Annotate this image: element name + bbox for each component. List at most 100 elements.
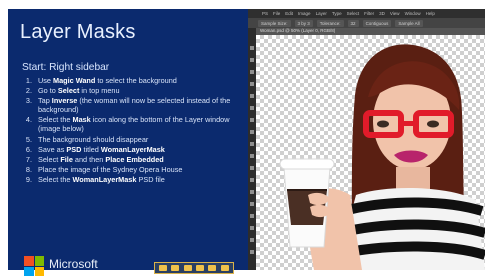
step-text-part: Select [38, 154, 61, 164]
woman-photo-icon [279, 44, 485, 270]
step-text-part: in top menu [79, 86, 120, 96]
step-text-part: and then [72, 154, 106, 164]
tool-icon[interactable] [250, 70, 254, 74]
step-item: 6. Save as PSD titled WomanLayerMask [22, 145, 244, 154]
step-text-part: Save as [38, 144, 67, 154]
tool-icon[interactable] [250, 82, 254, 86]
menu-item[interactable]: Image [298, 11, 311, 16]
tool-icon[interactable] [250, 214, 254, 218]
option-chip[interactable]: Tolerance: [316, 19, 344, 27]
brand-name: Microsoft [49, 257, 98, 271]
menu-item[interactable]: Window [405, 11, 421, 16]
menu-item[interactable]: 3D [379, 11, 385, 16]
step-text-part: Select the [38, 174, 73, 184]
tool-icon[interactable] [250, 118, 254, 122]
menu-item[interactable]: Layer [316, 11, 327, 16]
steps-list: 1. Use Magic Wand to select the backgrou… [22, 76, 244, 185]
tool-icon[interactable] [250, 178, 254, 182]
step-text: Select the WomanLayerMask PSD file [38, 175, 165, 184]
media-control-icon[interactable] [171, 265, 180, 271]
photoshop-window: PS File Edit Image Layer Type Select Fil… [248, 9, 485, 270]
instruction-panel: Layer Masks Start: Right sidebar 1. Use … [8, 9, 248, 276]
menu-item[interactable]: File [273, 11, 280, 16]
microsoft-logo-icon [24, 256, 44, 276]
step-item: 3. Tap Inverse (the woman will now be se… [22, 96, 244, 114]
step-text-part: to select the background [95, 76, 177, 85]
step-text: Save as PSD titled WomanLayerMask [38, 145, 165, 154]
tool-icon[interactable] [250, 238, 254, 242]
menu-item[interactable]: Edit [285, 11, 293, 16]
menu-item[interactable]: Select [347, 11, 360, 16]
step-number: 1. [25, 76, 32, 85]
step-text-part: titled [81, 144, 101, 154]
media-control-icon[interactable] [208, 265, 217, 271]
slide-frame: Layer Masks Start: Right sidebar 1. Use … [0, 0, 485, 276]
logo-square [24, 256, 34, 266]
slide-title: Layer Masks [20, 21, 136, 43]
step-item: 8. Place the image of the Sydney Opera H… [22, 165, 244, 174]
step-keyword: Inverse [51, 96, 78, 106]
step-text: Select the Mask icon along the bottom of… [38, 115, 244, 133]
step-text-part: Tap [38, 96, 52, 106]
step-text: Place the image of the Sydney Opera Hous… [38, 165, 182, 174]
menu-item[interactable]: PS [262, 11, 268, 16]
step-keyword: Mask [72, 115, 91, 125]
step-text-part: Select the [38, 115, 73, 125]
tool-icon[interactable] [250, 58, 254, 62]
step-keyword: File [60, 154, 73, 164]
step-keyword: WomanLayerMask [72, 174, 137, 184]
step-text-part: Use [38, 76, 54, 85]
step-number: 9. [25, 174, 32, 184]
tool-icon[interactable] [250, 202, 254, 206]
document-tab[interactable]: Woman.psd @ 50% (Layer 0, RGB/8) [256, 28, 485, 35]
step-text: Select File and then Place Embedded [38, 155, 164, 164]
step-item: 5. The background should disappear [22, 135, 244, 144]
option-chip[interactable]: Sample Size: [258, 19, 291, 27]
document-tab-title: Woman.psd @ 50% (Layer 0, RGB/8) [260, 28, 336, 33]
option-chip[interactable]: Sample All [395, 19, 423, 27]
tool-icon[interactable] [250, 46, 254, 50]
tool-icon[interactable] [250, 154, 254, 158]
tool-icon[interactable] [250, 166, 254, 170]
step-text: The background should disappear [38, 135, 148, 144]
step-item: 7. Select File and then Place Embedded [22, 155, 244, 164]
option-chip[interactable]: 3 by 3 [294, 19, 313, 27]
tool-icon[interactable] [250, 130, 254, 134]
step-number: 5. [25, 134, 32, 144]
tool-icon[interactable] [250, 190, 254, 194]
step-text: Use Magic Wand to select the background [38, 76, 177, 85]
media-control-icon[interactable] [220, 265, 229, 271]
document-canvas[interactable] [256, 35, 485, 270]
step-keyword: Place Embedded [105, 154, 164, 164]
play-icon[interactable] [159, 265, 168, 271]
menu-item[interactable]: View [390, 11, 400, 16]
step-number: 8. [25, 164, 32, 174]
logo-square [34, 266, 44, 276]
menu-item[interactable]: Filter [364, 11, 374, 16]
media-control-icon[interactable] [183, 265, 192, 271]
tools-panel [248, 28, 256, 270]
option-chip[interactable]: 32 [347, 19, 359, 27]
step-keyword: Select [57, 86, 80, 96]
tool-icon[interactable] [250, 94, 254, 98]
step-item: 9. Select the WomanLayerMask PSD file [22, 175, 244, 184]
step-number: 4. [25, 115, 32, 125]
media-control-icon[interactable] [196, 265, 205, 271]
logo-square [24, 266, 34, 276]
step-text-part: Go to [38, 86, 58, 96]
step-number: 3. [25, 96, 32, 106]
logo-square [34, 256, 44, 266]
step-text: Go to Select in top menu [38, 86, 120, 95]
option-chip[interactable]: Contiguous [362, 19, 392, 27]
tool-icon[interactable] [250, 226, 254, 230]
media-controls[interactable] [154, 262, 234, 274]
step-text-part: PSD file [136, 174, 165, 184]
tool-icon[interactable] [250, 142, 254, 146]
menu-bar: PS File Edit Image Layer Type Select Fil… [248, 9, 485, 18]
menu-item[interactable]: Help [426, 11, 435, 16]
tool-icon[interactable] [250, 250, 254, 254]
tool-icon[interactable] [250, 106, 254, 110]
menu-item[interactable]: Type [332, 11, 342, 16]
step-item: 1. Use Magic Wand to select the backgrou… [22, 76, 244, 85]
step-keyword: PSD [66, 144, 82, 154]
